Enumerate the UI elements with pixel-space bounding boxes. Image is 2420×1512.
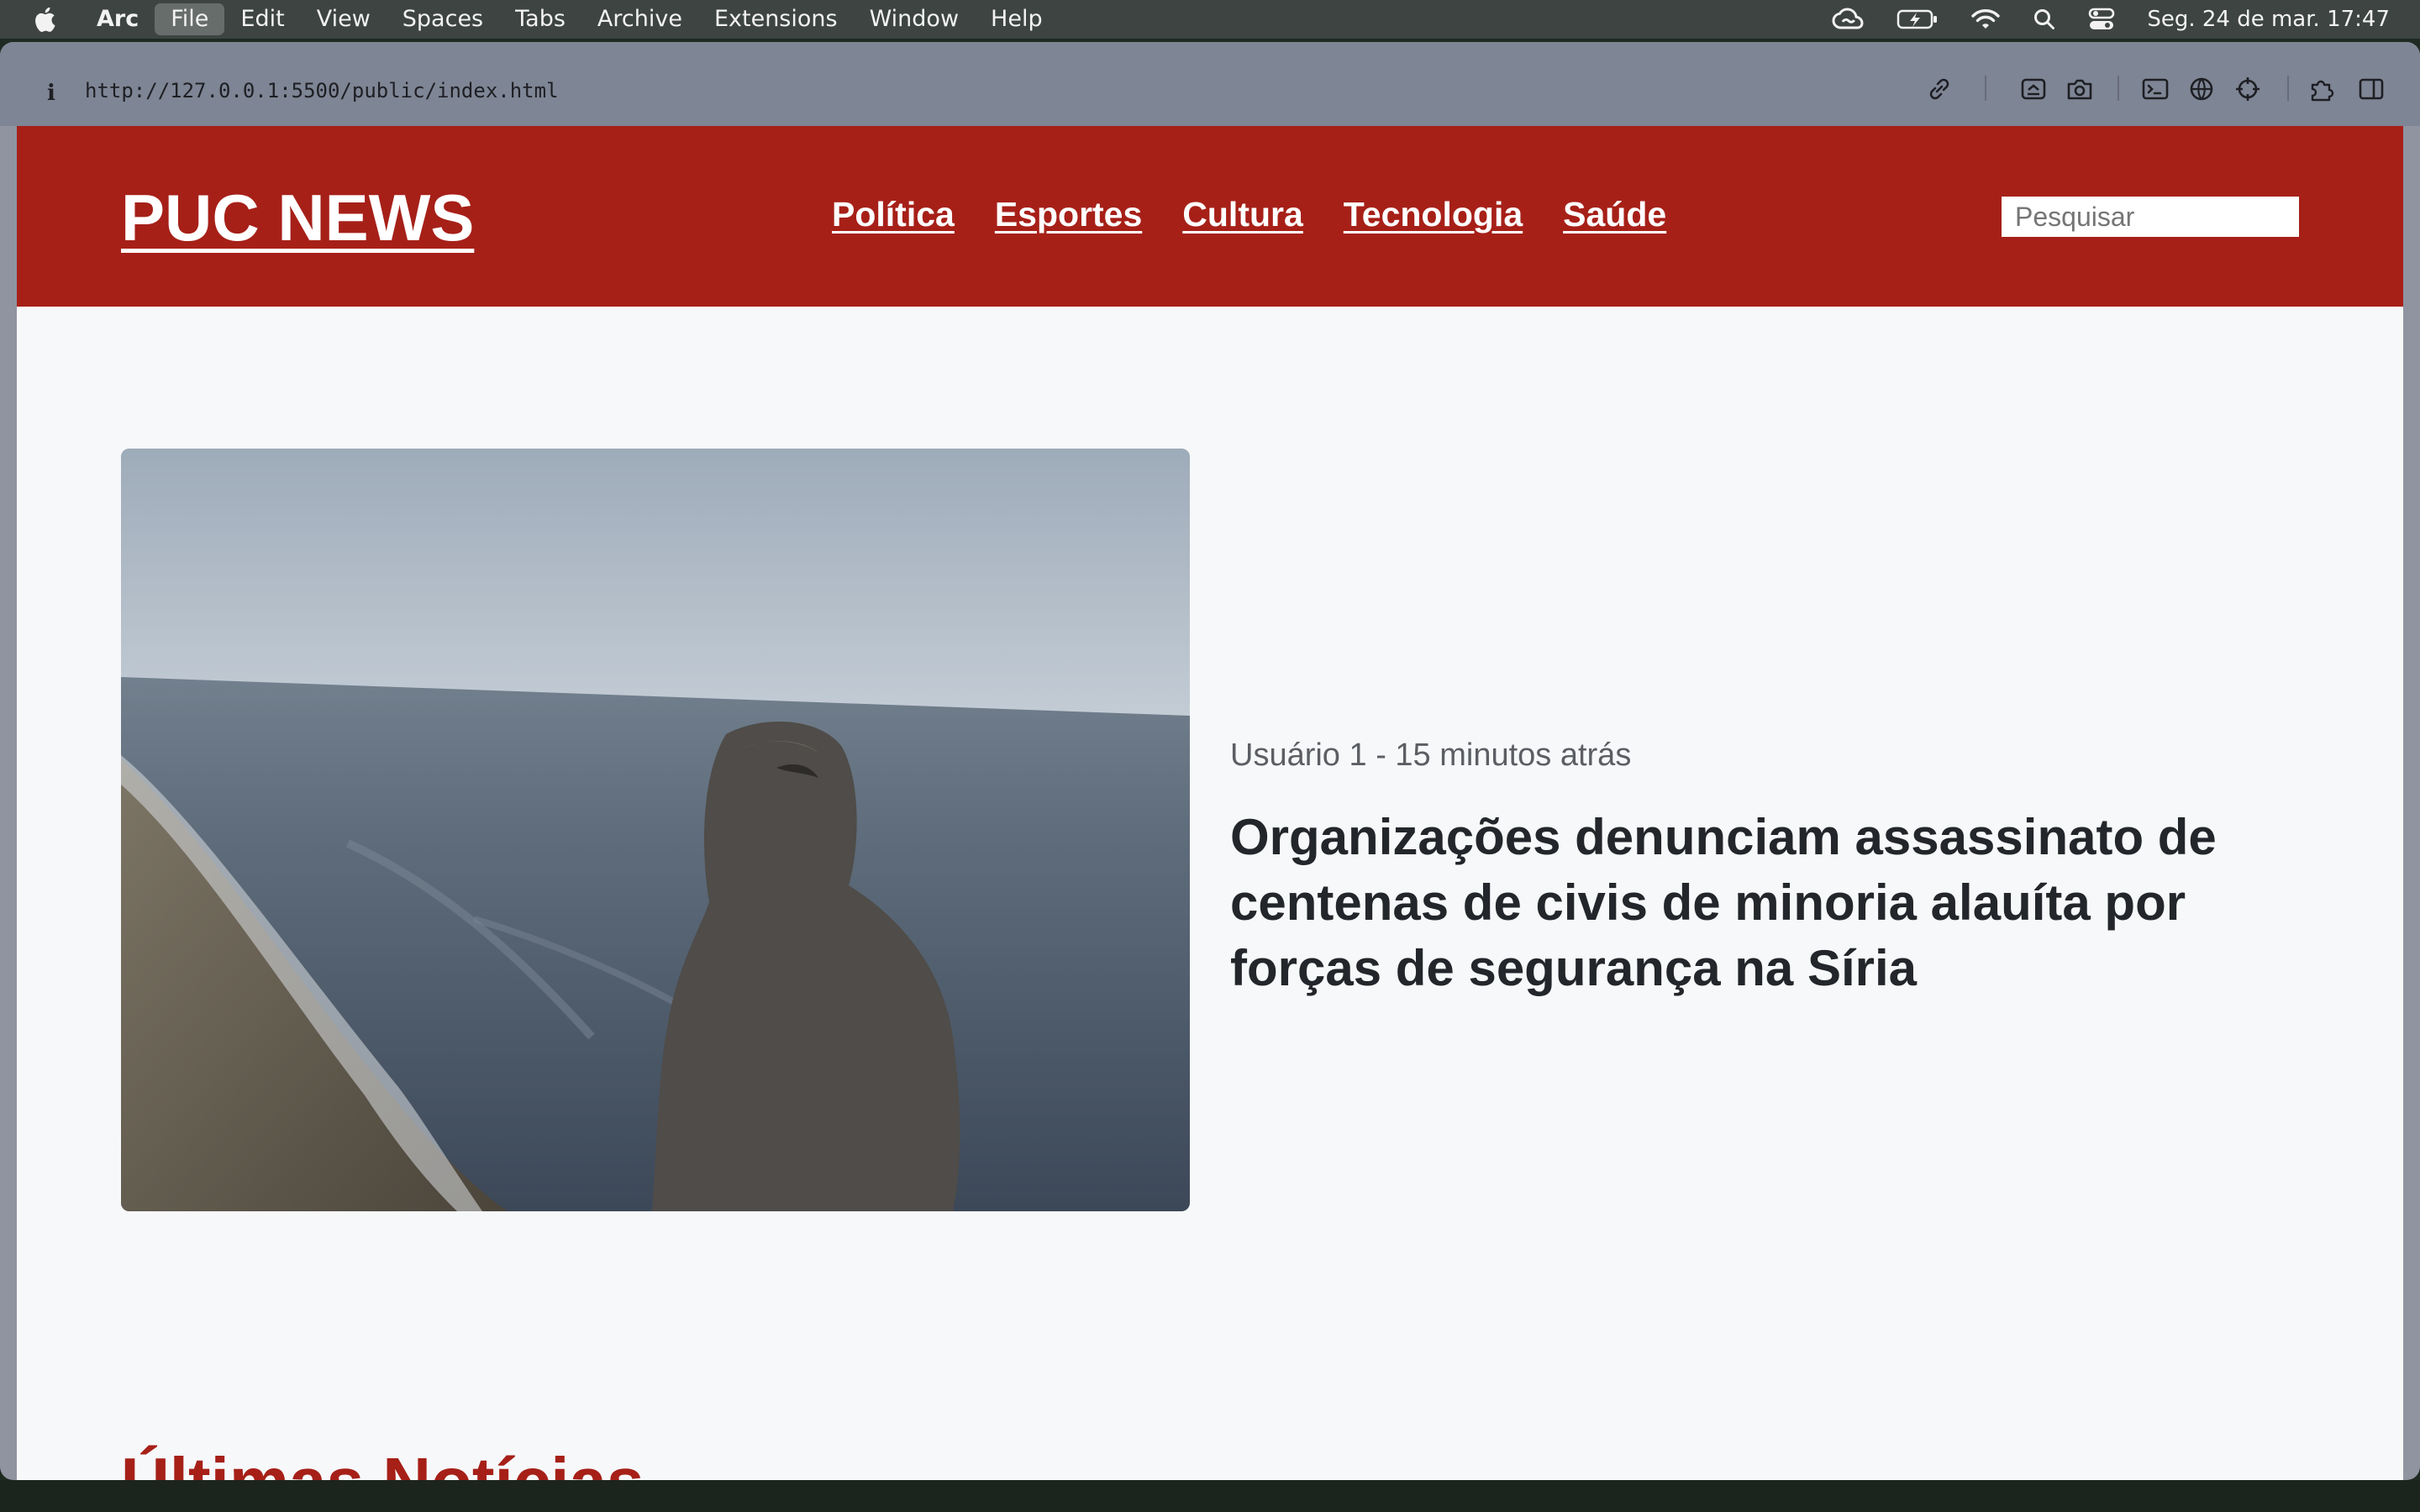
menu-app-name[interactable]: Arc xyxy=(81,3,155,35)
browser-toolbar: i http://127.0.0.1:5500/public/index.htm… xyxy=(0,42,2420,126)
link-icon[interactable] xyxy=(1923,72,1956,106)
terminal-icon[interactable] xyxy=(2139,72,2172,106)
site-info-icon[interactable]: i xyxy=(47,81,59,106)
featured-article-image[interactable] xyxy=(121,449,1190,1211)
nav-cultura[interactable]: Cultura xyxy=(1182,195,1303,234)
menu-extensions[interactable]: Extensions xyxy=(698,3,854,35)
apple-icon[interactable] xyxy=(34,7,55,32)
web-page: PUC NEWS Política Esportes Cultura Tecno… xyxy=(17,126,2403,1480)
menu-file[interactable]: File xyxy=(155,3,225,35)
browser-window: i http://127.0.0.1:5500/public/index.htm… xyxy=(0,42,2420,1480)
toolbar-divider xyxy=(2118,76,2119,101)
menu-help[interactable]: Help xyxy=(975,3,1059,35)
menu-view[interactable]: View xyxy=(301,3,387,35)
crosshair-icon[interactable] xyxy=(2231,72,2265,106)
menu-edit[interactable]: Edit xyxy=(224,3,300,35)
search-input[interactable] xyxy=(2002,197,2299,237)
desktop-background xyxy=(0,1480,2420,1512)
control-center-icon[interactable] xyxy=(2088,8,2115,31)
featured-article-title[interactable]: Organizações denunciam assassinato de ce… xyxy=(1230,805,2323,1001)
search-icon[interactable] xyxy=(2033,8,2056,31)
menu-window[interactable]: Window xyxy=(854,3,975,35)
nav-politica[interactable]: Política xyxy=(832,195,955,234)
sidebar-icon[interactable] xyxy=(2354,72,2388,106)
site-header: PUC NEWS Política Esportes Cultura Tecno… xyxy=(17,126,2403,307)
menu-spaces[interactable]: Spaces xyxy=(387,3,499,35)
nav-esportes[interactable]: Esportes xyxy=(995,195,1142,234)
capture-icon[interactable] xyxy=(2017,72,2050,106)
latest-news-heading: Últimas Notícias xyxy=(121,1443,644,1480)
globe-icon[interactable] xyxy=(2185,72,2218,106)
toolbar-divider xyxy=(1985,76,1986,101)
toolbar-divider xyxy=(2287,76,2289,101)
nav-tecnologia[interactable]: Tecnologia xyxy=(1344,195,1523,234)
menu-archive[interactable]: Archive xyxy=(581,3,698,35)
battery-charging-icon[interactable] xyxy=(1897,8,1939,30)
nav-saude[interactable]: Saúde xyxy=(1563,195,1666,234)
menubar-status-area: Seg. 24 de mar. 17:47 xyxy=(1831,0,2420,39)
address-bar-url[interactable]: http://127.0.0.1:5500/public/index.html xyxy=(85,79,559,102)
featured-article-meta: Usuário 1 - 15 minutos atrás xyxy=(1230,738,1632,773)
main-nav: Política Esportes Cultura Tecnologia Saú… xyxy=(832,195,1707,234)
wifi-icon[interactable] xyxy=(1970,8,2001,31)
menu-tabs[interactable]: Tabs xyxy=(499,3,581,35)
extensions-icon[interactable] xyxy=(2307,72,2340,106)
creative-cloud-icon[interactable] xyxy=(1831,8,1865,31)
menubar-clock[interactable]: Seg. 24 de mar. 17:47 xyxy=(2147,7,2390,32)
site-logo[interactable]: PUC NEWS xyxy=(121,180,474,256)
camera-icon[interactable] xyxy=(2063,72,2096,106)
macos-menu-bar: Arc File Edit View Spaces Tabs Archive E… xyxy=(0,0,2420,39)
